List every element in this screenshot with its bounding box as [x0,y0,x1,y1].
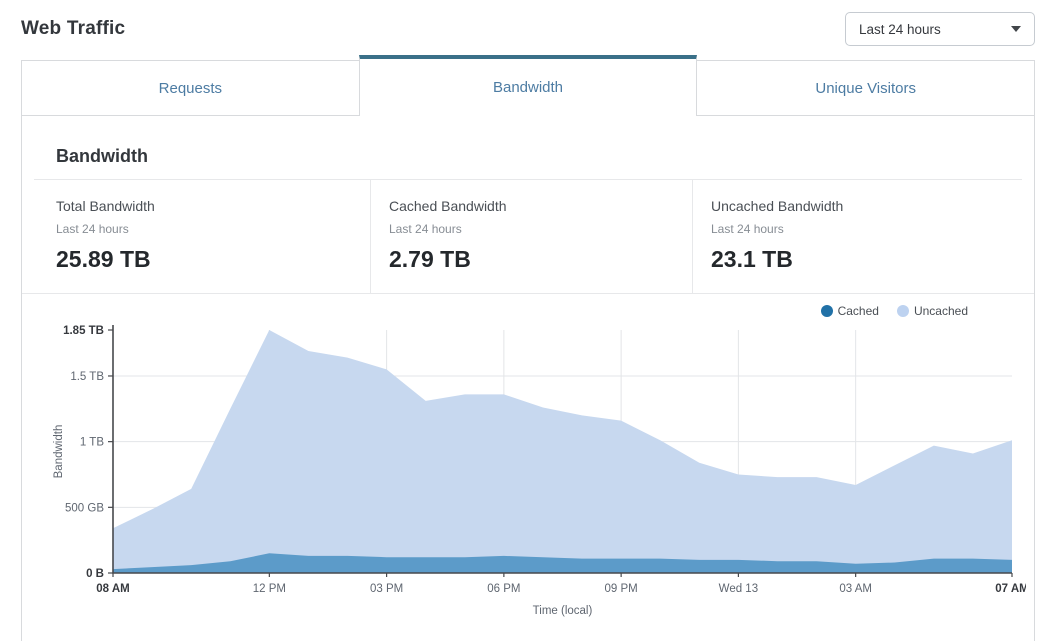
tab-unique-visitors[interactable]: Unique Visitors [696,60,1035,116]
chart-container: 0 B 500 GB 1 TB 1.5 TB 1.85 TB 08 AM 12 PM 03 P… [22,320,1034,625]
cached-legend-dot-icon [821,305,833,317]
stat-uncached-bandwidth: Uncached Bandwidth Last 24 hours 23.1 TB [692,180,1034,293]
time-range-value: Last 24 hours [859,22,941,37]
svg-text:Bandwidth: Bandwidth [53,425,65,479]
stat-total-bandwidth: Total Bandwidth Last 24 hours 25.89 TB [22,180,370,293]
svg-text:03 PM: 03 PM [370,583,403,595]
web-traffic-page: Web Traffic Last 24 hours Requests Bandw… [0,0,1046,641]
svg-text:Time (local): Time (local) [533,605,593,617]
bandwidth-panel: Bandwidth Total Bandwidth Last 24 hours … [21,116,1035,641]
svg-text:1.85 TB: 1.85 TB [63,325,104,337]
legend-item-cached[interactable]: Cached [821,304,879,318]
svg-text:0 B: 0 B [86,568,104,580]
tab-requests[interactable]: Requests [21,60,360,116]
svg-text:Wed 13: Wed 13 [719,583,758,595]
stat-value: 2.79 TB [389,246,682,273]
stat-cards: Total Bandwidth Last 24 hours 25.89 TB C… [22,180,1034,293]
stat-label: Uncached Bandwidth [711,198,1024,214]
svg-text:08 AM: 08 AM [96,583,129,595]
page-title: Web Traffic [21,18,125,40]
svg-text:09 PM: 09 PM [605,583,638,595]
page-header: Web Traffic Last 24 hours [0,0,1046,48]
tab-bandwidth-label: Bandwidth [493,79,563,96]
stat-period: Last 24 hours [389,222,682,236]
svg-text:1 TB: 1 TB [80,437,104,449]
tabbar: Requests Bandwidth Unique Visitors [21,55,1035,116]
svg-text:06 PM: 06 PM [487,583,520,595]
uncached-area [113,330,1012,573]
stat-period: Last 24 hours [56,222,360,236]
bandwidth-area-chart: 0 B 500 GB 1 TB 1.5 TB 1.85 TB 08 AM 12 PM 03 P… [36,320,1026,620]
stat-value: 25.89 TB [56,246,360,273]
tab-unique-visitors-label: Unique Visitors [815,80,916,97]
svg-text:500 GB: 500 GB [65,502,104,514]
svg-text:12 PM: 12 PM [253,583,286,595]
legend-uncached-label: Uncached [914,304,968,318]
chevron-down-icon [1011,26,1021,32]
stat-label: Cached Bandwidth [389,198,682,214]
legend-item-uncached[interactable]: Uncached [897,304,968,318]
tab-requests-label: Requests [159,80,222,97]
chart-legend: Cached Uncached [22,294,1034,320]
stat-label: Total Bandwidth [56,198,360,214]
stat-value: 23.1 TB [711,246,1024,273]
time-range-dropdown[interactable]: Last 24 hours [845,12,1035,46]
section-heading: Bandwidth [22,116,1034,179]
svg-text:07 AM: 07 AM [995,583,1026,595]
stat-cached-bandwidth: Cached Bandwidth Last 24 hours 2.79 TB [370,180,692,293]
tabbar-wrap: Requests Bandwidth Unique Visitors [0,55,1046,116]
tab-bandwidth[interactable]: Bandwidth [359,55,698,116]
stat-period: Last 24 hours [711,222,1024,236]
legend-cached-label: Cached [838,304,879,318]
uncached-legend-dot-icon [897,305,909,317]
svg-text:1.5 TB: 1.5 TB [70,371,104,383]
svg-text:03 AM: 03 AM [839,583,872,595]
